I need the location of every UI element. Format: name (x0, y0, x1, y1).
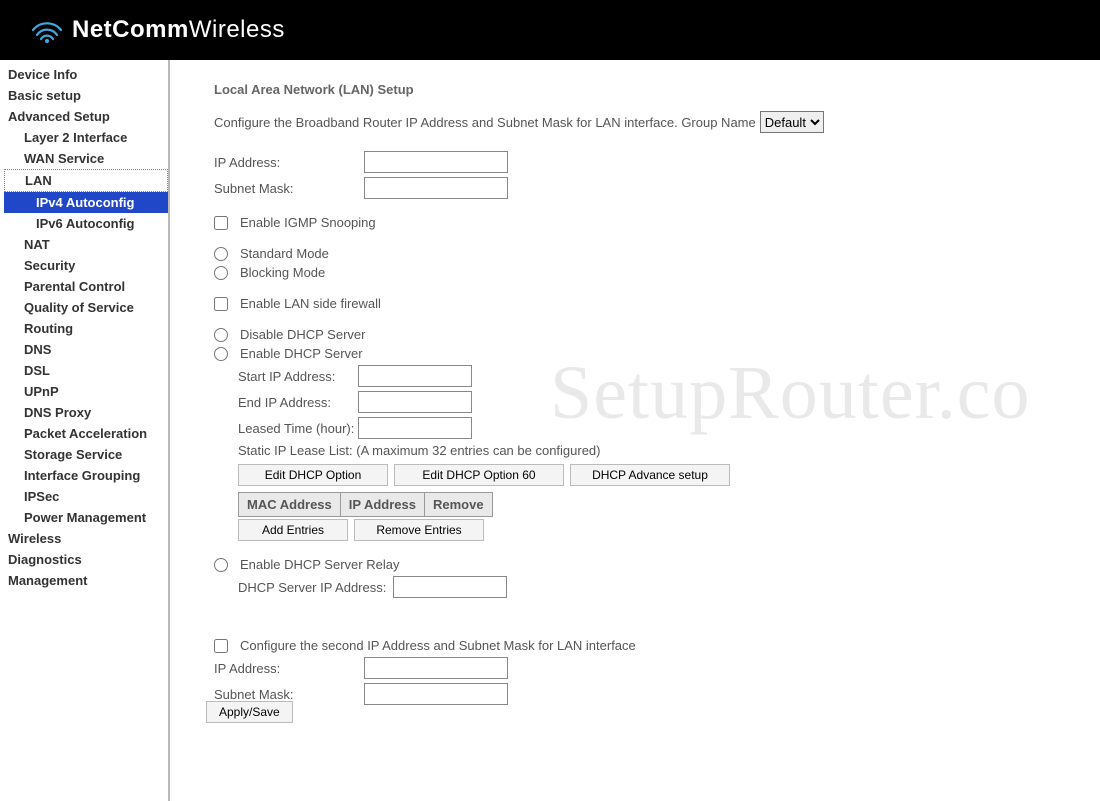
header-bar: NetCommWireless (0, 0, 1100, 60)
enable-igmp-label: Enable IGMP Snooping (240, 215, 376, 230)
configure-second-ip-label: Configure the second IP Address and Subn… (240, 638, 636, 653)
nav-wireless[interactable]: Wireless (4, 528, 168, 549)
edit-dhcp-option60-button[interactable]: Edit DHCP Option 60 (394, 464, 564, 486)
nav-nat[interactable]: NAT (4, 234, 168, 255)
second-ip-label: IP Address: (214, 661, 364, 676)
wifi-icon (30, 16, 64, 44)
subnet-mask-input[interactable] (364, 177, 508, 199)
enable-dhcp-radio[interactable] (214, 347, 228, 361)
end-ip-input[interactable] (358, 391, 472, 413)
brand-thin: Wireless (189, 16, 285, 43)
ip-address-label: IP Address: (214, 155, 364, 170)
brand-bold: NetComm (72, 16, 189, 43)
th-mac-address: MAC Address (239, 493, 341, 517)
brand-text: NetCommWireless (72, 16, 285, 44)
nav-ipsec[interactable]: IPSec (4, 486, 168, 507)
nav-packet-acceleration[interactable]: Packet Acceleration (4, 423, 168, 444)
apply-save-button[interactable]: Apply/Save (206, 701, 293, 723)
enable-lan-firewall-checkbox[interactable] (214, 297, 228, 311)
nav-basic-setup[interactable]: Basic setup (4, 85, 168, 106)
th-remove: Remove (424, 493, 492, 517)
end-ip-label: End IP Address: (238, 395, 358, 410)
second-ip-input[interactable] (364, 657, 508, 679)
subnet-mask-label: Subnet Mask: (214, 181, 364, 196)
remove-entries-button[interactable]: Remove Entries (354, 519, 484, 541)
brand-logo: NetCommWireless (30, 16, 285, 44)
second-subnet-input[interactable] (364, 683, 508, 705)
nav-routing[interactable]: Routing (4, 318, 168, 339)
nav-device-info[interactable]: Device Info (4, 64, 168, 85)
nav-management[interactable]: Management (4, 570, 168, 591)
nav-lan[interactable]: LAN (4, 169, 168, 192)
ip-address-input[interactable] (364, 151, 508, 173)
page-title: Local Area Network (LAN) Setup (214, 82, 1080, 97)
static-lease-list-label: Static IP Lease List: (A maximum 32 entr… (238, 443, 1080, 458)
nav-interface-grouping[interactable]: Interface Grouping (4, 465, 168, 486)
nav-ipv4-autoconfig[interactable]: IPv4 Autoconfig (4, 192, 168, 213)
nav-parental-control[interactable]: Parental Control (4, 276, 168, 297)
second-subnet-label: Subnet Mask: (214, 687, 364, 702)
enable-igmp-checkbox[interactable] (214, 216, 228, 230)
edit-dhcp-option-button[interactable]: Edit DHCP Option (238, 464, 388, 486)
nav-wan-service[interactable]: WAN Service (4, 148, 168, 169)
nav-storage-service[interactable]: Storage Service (4, 444, 168, 465)
nav-qos[interactable]: Quality of Service (4, 297, 168, 318)
add-entries-button[interactable]: Add Entries (238, 519, 348, 541)
static-lease-table: MAC Address IP Address Remove (238, 492, 493, 517)
th-ip-address: IP Address (340, 493, 424, 517)
enable-dhcp-label: Enable DHCP Server (240, 346, 363, 361)
nav-ipv6-autoconfig[interactable]: IPv6 Autoconfig (4, 213, 168, 234)
page-description: Configure the Broadband Router IP Addres… (214, 115, 756, 130)
disable-dhcp-label: Disable DHCP Server (240, 327, 365, 342)
nav-dns-proxy[interactable]: DNS Proxy (4, 402, 168, 423)
nav-diagnostics[interactable]: Diagnostics (4, 549, 168, 570)
standard-mode-radio[interactable] (214, 247, 228, 261)
leased-time-input[interactable] (358, 417, 472, 439)
nav-power-management[interactable]: Power Management (4, 507, 168, 528)
nav-dns[interactable]: DNS (4, 339, 168, 360)
dhcp-advance-setup-button[interactable]: DHCP Advance setup (570, 464, 730, 486)
enable-dhcp-relay-label: Enable DHCP Server Relay (240, 557, 399, 572)
blocking-mode-label: Blocking Mode (240, 265, 325, 280)
enable-dhcp-relay-radio[interactable] (214, 558, 228, 572)
start-ip-input[interactable] (358, 365, 472, 387)
nav-upnp[interactable]: UPnP (4, 381, 168, 402)
start-ip-label: Start IP Address: (238, 369, 358, 384)
blocking-mode-radio[interactable] (214, 266, 228, 280)
nav-layer2[interactable]: Layer 2 Interface (4, 127, 168, 148)
group-name-select[interactable]: Default (760, 111, 824, 133)
dhcp-relay-ip-input[interactable] (393, 576, 507, 598)
enable-lan-firewall-label: Enable LAN side firewall (240, 296, 381, 311)
main-content: SetupRouter.co Local Area Network (LAN) … (170, 60, 1100, 801)
nav-dsl[interactable]: DSL (4, 360, 168, 381)
nav-security[interactable]: Security (4, 255, 168, 276)
dhcp-relay-ip-label: DHCP Server IP Address: (238, 580, 393, 595)
nav-advanced-setup[interactable]: Advanced Setup (4, 106, 168, 127)
leased-time-label: Leased Time (hour): (238, 421, 358, 436)
configure-second-ip-checkbox[interactable] (214, 639, 228, 653)
sidebar: Device Info Basic setup Advanced Setup L… (0, 60, 170, 801)
standard-mode-label: Standard Mode (240, 246, 329, 261)
disable-dhcp-radio[interactable] (214, 328, 228, 342)
